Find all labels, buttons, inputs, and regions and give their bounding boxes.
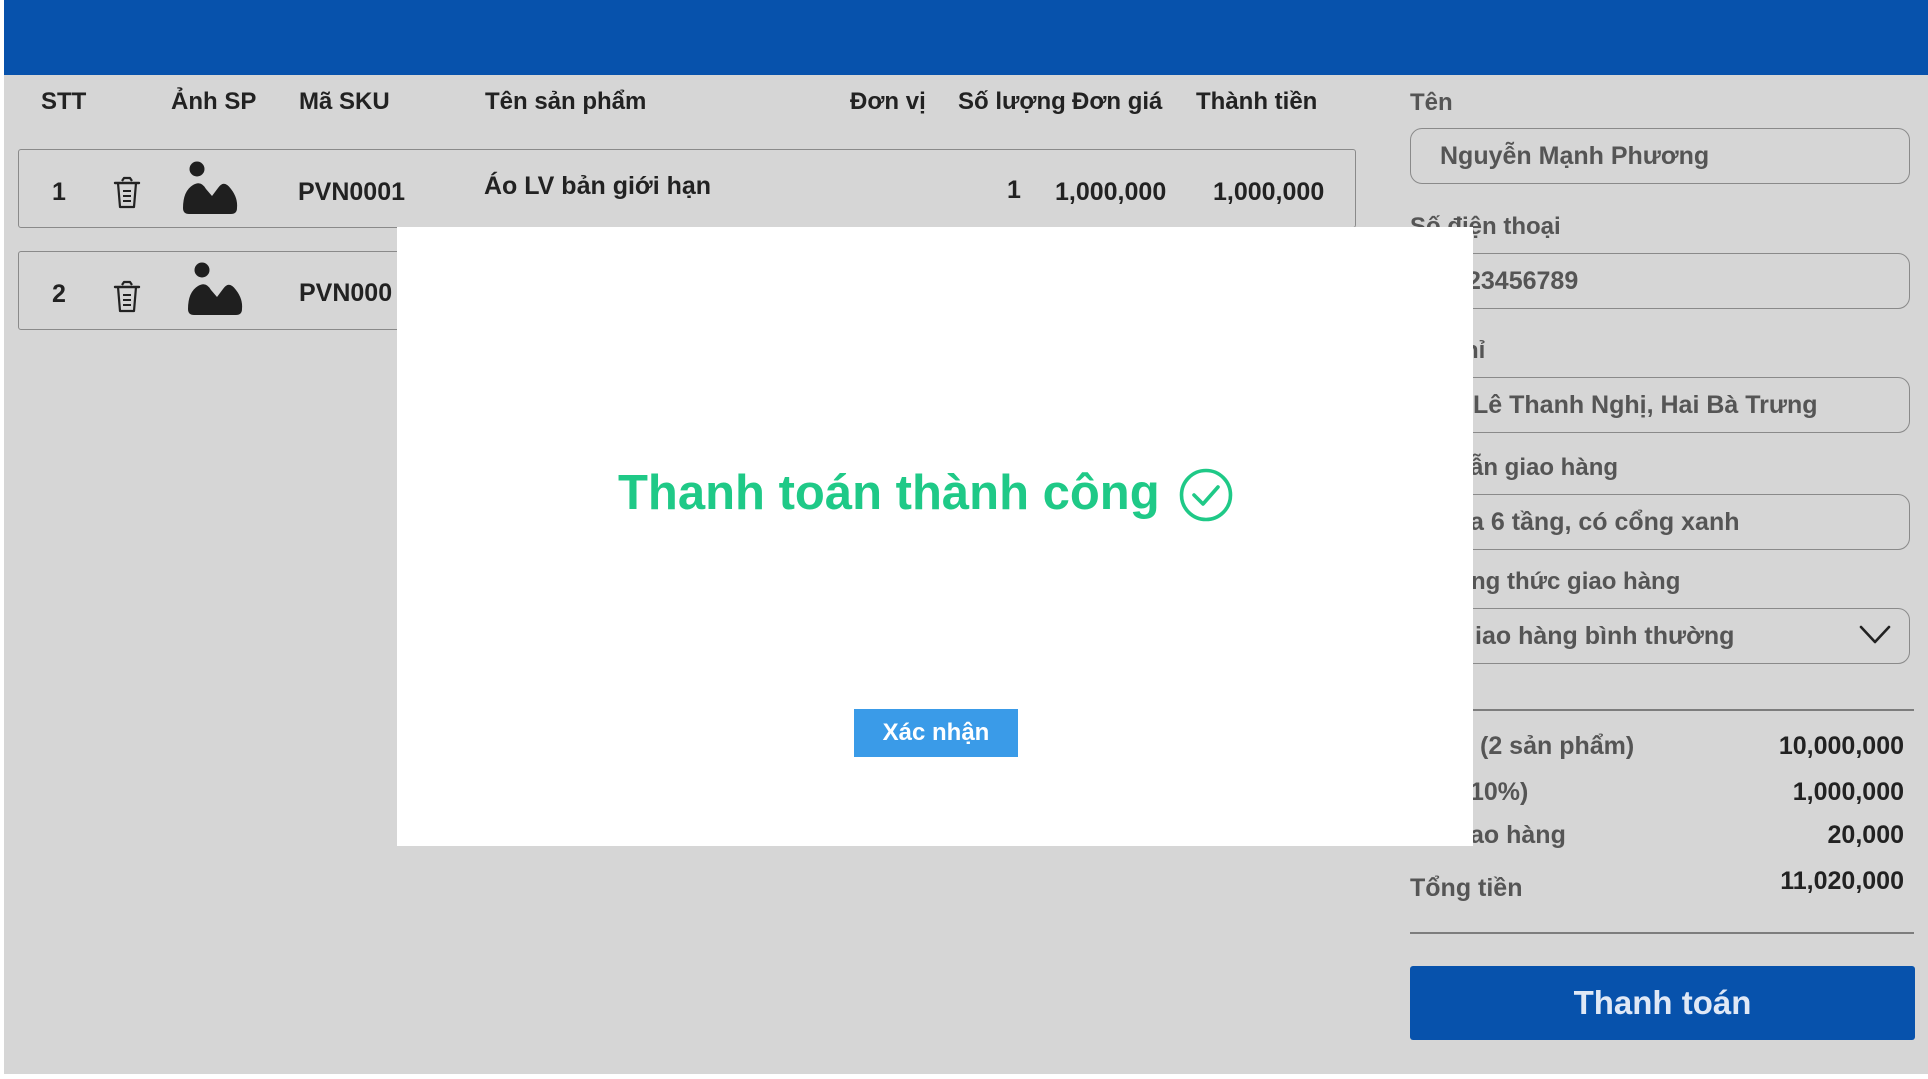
- summary-divider-bottom: [1410, 932, 1914, 934]
- address-field[interactable]: Lê Thanh Nghị, Hai Bà Trưng: [1410, 377, 1910, 433]
- shipping-method-select[interactable]: iao hàng bình thường: [1410, 608, 1910, 664]
- shipping-method-label: ng thức giao hàng: [1471, 568, 1681, 595]
- shipping-fee-value: 20,000: [1827, 821, 1904, 849]
- row-price: 1,000,000: [1055, 178, 1167, 206]
- payment-success-modal: Thanh toán thành công Xác nhận: [397, 227, 1473, 846]
- col-name: Tên sản phẩm: [485, 88, 647, 115]
- row-qty[interactable]: 1: [1007, 176, 1021, 205]
- col-qty: Số lượng: [958, 88, 1066, 115]
- tax-label: 10%): [1470, 778, 1529, 806]
- table-row: 1 PVN0001 Áo LV bản giới hạn 1 1,000,000…: [18, 149, 1356, 228]
- name-value: Nguyễn Mạnh Phương: [1440, 142, 1710, 170]
- address-value: Lê Thanh Nghị, Hai Bà Trưng: [1473, 391, 1818, 419]
- row-stt: 2: [52, 280, 66, 308]
- delivery-note-field[interactable]: a 6 tầng, có cổng xanh: [1410, 494, 1910, 550]
- col-unit: Đơn vị: [850, 88, 926, 115]
- row-sku: PVN000: [299, 279, 393, 307]
- header-bar: [4, 0, 1928, 75]
- phone-field[interactable]: 23456789: [1410, 253, 1910, 309]
- col-image: Ảnh SP: [171, 88, 257, 115]
- row-sku: PVN0001: [298, 178, 406, 206]
- subtotal-value: 10,000,000: [1778, 732, 1904, 760]
- subtotal-label: (2 sản phẩm): [1480, 732, 1635, 760]
- col-price: Đơn giá: [1072, 88, 1163, 115]
- confirm-button[interactable]: Xác nhận: [854, 709, 1018, 757]
- check-circle-icon: [1179, 468, 1233, 522]
- col-stt: STT: [41, 88, 87, 115]
- shipping-method-value: iao hàng bình thường: [1475, 622, 1735, 650]
- delivery-note-label: ẫn giao hàng: [1470, 454, 1619, 481]
- grand-total-value: 11,020,000: [1780, 867, 1904, 895]
- image-placeholder-icon: [183, 161, 238, 214]
- grand-total-label: Tổng tiền: [1410, 874, 1523, 902]
- phone-value: 23456789: [1467, 267, 1579, 295]
- name-field[interactable]: Nguyễn Mạnh Phương: [1410, 128, 1910, 184]
- trash-icon[interactable]: [112, 176, 142, 210]
- success-message: Thanh toán thành công: [618, 466, 1160, 520]
- col-sku: Mã SKU: [299, 88, 390, 115]
- summary-divider-top: [1410, 709, 1914, 711]
- name-label: Tên: [1410, 89, 1453, 116]
- shipping-fee-label: ao hàng: [1470, 821, 1566, 849]
- tax-value: 1,000,000: [1792, 778, 1904, 806]
- row-name: Áo LV bản giới hạn: [484, 172, 712, 200]
- app-frame: STT Ảnh SP Mã SKU Tên sản phẩm Đơn vị Số…: [4, 0, 1928, 1074]
- image-placeholder-icon: [188, 262, 243, 315]
- checkout-button[interactable]: Thanh toán: [1410, 966, 1915, 1040]
- delivery-note-value: a 6 tầng, có cổng xanh: [1470, 508, 1740, 536]
- chevron-down-icon[interactable]: [1859, 623, 1891, 647]
- col-total: Thành tiền: [1196, 88, 1318, 115]
- row-total: 1,000,000: [1213, 178, 1325, 206]
- row-stt: 1: [52, 178, 66, 206]
- trash-icon[interactable]: [112, 280, 142, 314]
